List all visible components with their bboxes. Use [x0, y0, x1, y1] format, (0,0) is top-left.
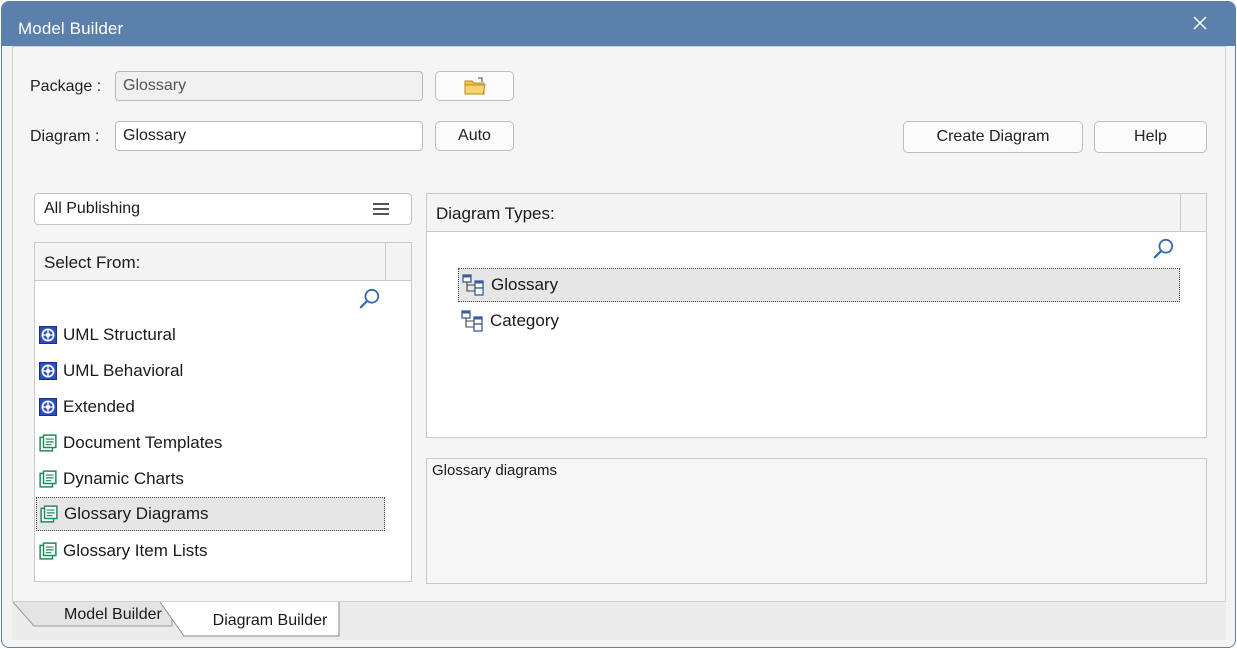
list-item[interactable]: Document Templates	[36, 426, 384, 460]
create-diagram-button[interactable]: Create Diagram	[903, 121, 1083, 153]
description-box: Glossary diagrams	[426, 458, 1207, 584]
tab-diagram-builder[interactable]: Diagram Builder	[202, 606, 338, 636]
auto-button[interactable]: Auto	[435, 121, 514, 151]
publishing-icon	[39, 434, 57, 452]
tab-model-builder[interactable]: Model Builder	[52, 602, 170, 628]
uml-icon	[39, 326, 57, 344]
select-from-title: Select From:	[44, 253, 141, 272]
help-button[interactable]: Help	[1094, 121, 1207, 153]
folder-icon	[464, 77, 486, 95]
diagram-types-title: Diagram Types:	[436, 204, 555, 223]
title-bar: Model Builder	[2, 2, 1235, 46]
select-from-panel: Select From: UML Structural UML Behavior…	[34, 242, 412, 582]
list-item-label: Extended	[63, 397, 135, 416]
package-field[interactable]: Glossary	[115, 71, 423, 101]
publishing-icon	[40, 505, 58, 523]
publishing-icon	[39, 542, 57, 560]
list-item-label: Glossary Item Lists	[63, 541, 208, 560]
diagram-type-item-selected[interactable]: Glossary	[458, 268, 1180, 302]
select-from-header: Select From:	[35, 243, 411, 281]
list-item[interactable]: Dynamic Charts	[36, 462, 384, 496]
model-builder-window: Model Builder Package : Glossary Diagram…	[1, 1, 1236, 648]
list-item[interactable]: Extended	[36, 390, 384, 424]
diagram-type-icon	[461, 310, 483, 332]
package-label: Package :	[30, 78, 102, 95]
list-item[interactable]: UML Behavioral	[36, 354, 384, 388]
list-item[interactable]: UML Structural	[36, 318, 384, 352]
menu-icon	[373, 203, 389, 218]
diagram-type-icon	[462, 274, 484, 296]
diagram-label: Diagram :	[30, 128, 100, 145]
list-item-label: Glossary Diagrams	[64, 504, 209, 523]
diagram-name-input[interactable]: Glossary	[115, 121, 423, 151]
list-item[interactable]: Glossary Item Lists	[36, 534, 384, 568]
uml-icon	[39, 398, 57, 416]
tab-label: Diagram Builder	[212, 612, 328, 629]
description-text: Glossary diagrams	[432, 462, 558, 479]
tab-label: Model Builder	[64, 606, 162, 623]
publishing-icon	[39, 470, 57, 488]
browse-package-button[interactable]	[435, 71, 514, 101]
list-item-selected[interactable]: Glossary Diagrams	[36, 497, 385, 531]
close-button[interactable]	[1185, 8, 1215, 38]
filter-dropdown[interactable]: All Publishing	[34, 193, 412, 225]
filter-selected-value: All Publishing	[44, 200, 141, 217]
list-item-label: Document Templates	[63, 433, 223, 452]
diagram-types-header: Diagram Types:	[427, 194, 1206, 232]
dialog-body: Package : Glossary Diagram : Glossary Au…	[12, 46, 1226, 602]
search-icon[interactable]	[359, 288, 381, 310]
tab-strip: Model Builder Diagram Builder	[12, 602, 1226, 640]
window-title: Model Builder	[18, 19, 124, 38]
diagram-types-panel: Diagram Types: Glossary Category	[426, 193, 1207, 438]
list-item-label: UML Behavioral	[63, 361, 184, 380]
diagram-type-label: Category	[490, 311, 559, 330]
search-icon[interactable]	[1153, 238, 1175, 260]
diagram-type-item[interactable]: Category	[458, 304, 1180, 338]
list-item-label: Dynamic Charts	[63, 469, 184, 488]
list-item-label: UML Structural	[63, 325, 176, 344]
diagram-type-label: Glossary	[491, 275, 559, 294]
close-icon	[1193, 16, 1207, 30]
uml-icon	[39, 362, 57, 380]
